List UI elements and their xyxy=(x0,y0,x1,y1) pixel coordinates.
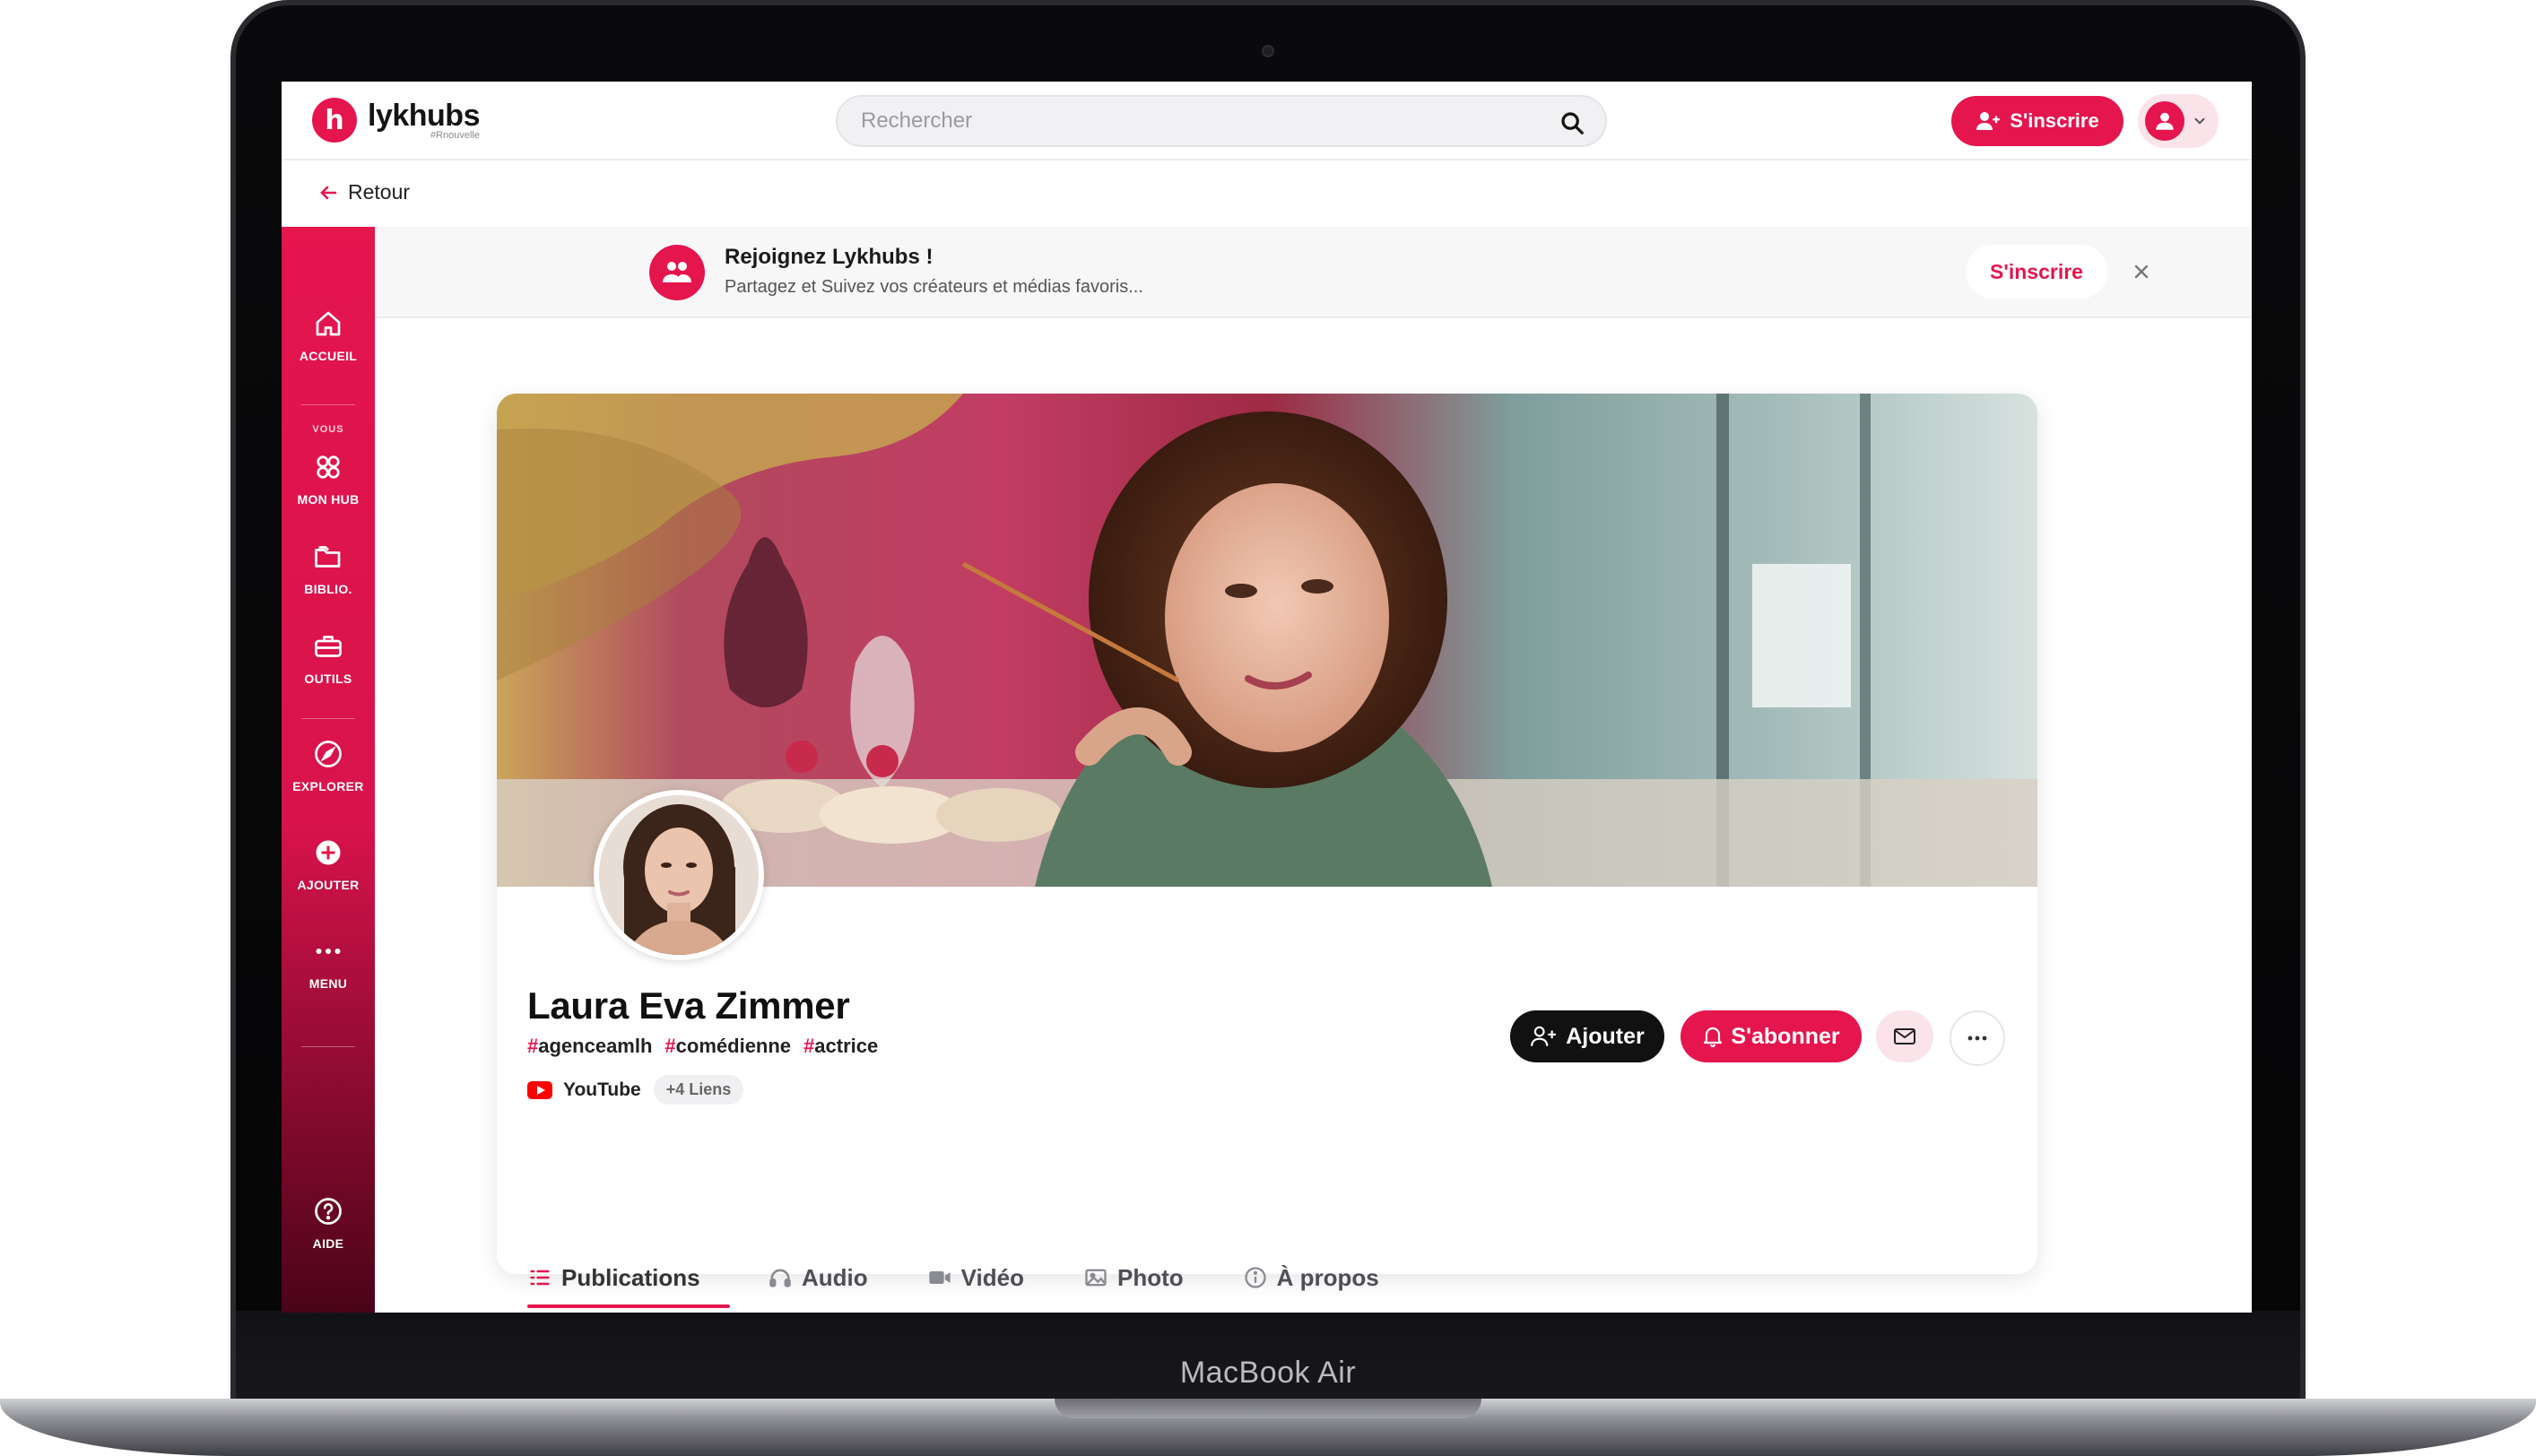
sidebar-item-outils[interactable]: OUTILS xyxy=(282,630,375,686)
info-icon xyxy=(1244,1267,1266,1288)
sidebar-item-biblio[interactable]: BIBLIO. xyxy=(282,541,375,596)
top-header: h lykhubs #Rnouvelle S'inscrire xyxy=(282,82,2252,160)
sidebar-label: AIDE xyxy=(312,1236,344,1251)
search-bar xyxy=(836,95,1607,147)
tab-label: Vidéo xyxy=(960,1263,1024,1291)
youtube-label: YouTube xyxy=(563,1079,641,1100)
folder-icon xyxy=(315,546,341,568)
home-icon xyxy=(316,311,341,336)
sidebar-label: BIBLIO. xyxy=(304,582,352,596)
profile-name: Laura Eva Zimmer xyxy=(527,984,850,1027)
sidebar-item-ajouter[interactable]: AJOUTER xyxy=(282,836,375,892)
hub-icon xyxy=(317,455,340,479)
user-plus-icon xyxy=(1976,112,2001,130)
camera xyxy=(1262,45,1274,57)
back-link[interactable]: Retour xyxy=(317,180,410,204)
sidebar-label: MENU xyxy=(308,976,348,991)
sidebar-label: MON HUB xyxy=(297,492,360,507)
tab-video[interactable]: Vidéo xyxy=(927,1247,1024,1308)
add-label: Ajouter xyxy=(1566,1023,1645,1049)
sidebar-label: OUTILS xyxy=(304,672,352,686)
sidebar-item-menu[interactable]: MENU xyxy=(282,935,375,991)
logo-name: lykhubs xyxy=(368,99,480,133)
sidebar-item-explorer[interactable]: EXPLORER xyxy=(282,738,375,793)
sidebar: ACCUEIL VOUS MON HUB BIBLIO. OUTILS EXPL… xyxy=(282,227,375,1313)
banner-title: Rejoignez Lykhubs ! xyxy=(725,245,934,269)
bell-icon xyxy=(1704,1027,1723,1048)
subscribe-label: S'abonner xyxy=(1731,1023,1840,1049)
tab-label: À propos xyxy=(1276,1263,1379,1291)
image-icon xyxy=(1085,1269,1107,1287)
arrow-left-icon xyxy=(320,186,337,199)
profile-tags: #agenceamlh #comédienne #actrice xyxy=(527,1035,878,1058)
ellipsis-icon xyxy=(1967,1036,1987,1041)
sidebar-label: AJOUTER xyxy=(297,878,360,892)
tab-photo[interactable]: Photo xyxy=(1083,1247,1184,1308)
back-label: Retour xyxy=(348,180,411,204)
sidebar-label: EXPLORER xyxy=(292,779,364,793)
sidebar-section-vous: VOUS xyxy=(312,424,344,435)
back-bar: Retour xyxy=(282,162,2252,227)
tab-label: Audio xyxy=(802,1263,868,1291)
subscribe-button[interactable]: S'abonner xyxy=(1681,1010,1862,1062)
more-links-badge[interactable]: +4 Liens xyxy=(653,1075,744,1105)
search-input[interactable] xyxy=(861,108,1542,134)
laptop-notch xyxy=(1055,1399,1481,1418)
headphones-icon xyxy=(769,1269,791,1287)
compass-icon xyxy=(315,741,342,767)
user-plus-icon xyxy=(1531,1026,1557,1046)
banner-subtitle: Partagez et Suivez vos créateurs et médi… xyxy=(725,277,1143,297)
user-avatar-icon xyxy=(2145,101,2184,141)
profile-tabs: Publications Audio Vidéo Photo À propos xyxy=(527,1247,1379,1308)
youtube-icon xyxy=(527,1080,552,1099)
youtube-link[interactable]: YouTube xyxy=(527,1079,641,1101)
dots-icon xyxy=(316,949,341,954)
profile-links: YouTube +4 Liens xyxy=(527,1075,744,1105)
sidebar-divider xyxy=(301,404,355,405)
tag-link[interactable]: #actrice xyxy=(803,1035,878,1058)
sidebar-item-accueil[interactable]: ACCUEIL xyxy=(282,308,375,363)
sidebar-item-mon-hub[interactable]: MON HUB xyxy=(282,451,375,507)
message-button[interactable] xyxy=(1876,1010,1933,1062)
sidebar-divider xyxy=(301,1046,355,1047)
logo-mark-icon: h xyxy=(312,98,357,143)
close-icon[interactable] xyxy=(2123,254,2159,290)
sidebar-divider xyxy=(301,718,355,719)
tab-a-propos[interactable]: À propos xyxy=(1243,1247,1379,1308)
sidebar-label: ACCUEIL xyxy=(299,349,358,363)
tab-label: Publications xyxy=(561,1263,700,1291)
list-icon xyxy=(530,1270,550,1286)
device-label: MacBook Air xyxy=(1179,1356,1357,1390)
banner-signup-button[interactable]: S'inscrire xyxy=(1966,245,2107,299)
sidebar-item-aide[interactable]: AIDE xyxy=(282,1195,375,1251)
search-icon[interactable] xyxy=(1559,109,1585,136)
logo-tag: #Rnouvelle xyxy=(430,130,480,141)
tag-link[interactable]: #agenceamlh xyxy=(527,1035,652,1058)
header-signup-label: S'inscrire xyxy=(2010,109,2099,132)
toolbox-icon xyxy=(315,636,342,657)
screen: h lykhubs #Rnouvelle S'inscrire Retour xyxy=(282,82,2252,1313)
chevron-down-icon xyxy=(2194,117,2205,125)
add-friend-button[interactable]: Ajouter xyxy=(1510,1010,1664,1062)
video-icon xyxy=(928,1271,951,1284)
tab-label: Photo xyxy=(1116,1263,1184,1291)
account-menu[interactable] xyxy=(2138,94,2219,148)
more-options-button[interactable] xyxy=(1950,1010,2005,1066)
tag-link[interactable]: #comédienne xyxy=(664,1035,791,1058)
help-icon xyxy=(315,1198,342,1225)
logo[interactable]: h lykhubs #Rnouvelle xyxy=(312,98,480,143)
tab-audio[interactable]: Audio xyxy=(768,1247,868,1308)
profile-avatar[interactable] xyxy=(594,790,764,960)
plus-circle-icon xyxy=(316,840,341,865)
tab-publications[interactable]: Publications xyxy=(527,1247,730,1308)
join-banner: Rejoignez Lykhubs ! Partagez et Suivez v… xyxy=(375,227,2252,318)
group-icon xyxy=(649,245,705,300)
mail-icon xyxy=(1894,1028,1915,1044)
header-signup-button[interactable]: S'inscrire xyxy=(1951,96,2123,146)
